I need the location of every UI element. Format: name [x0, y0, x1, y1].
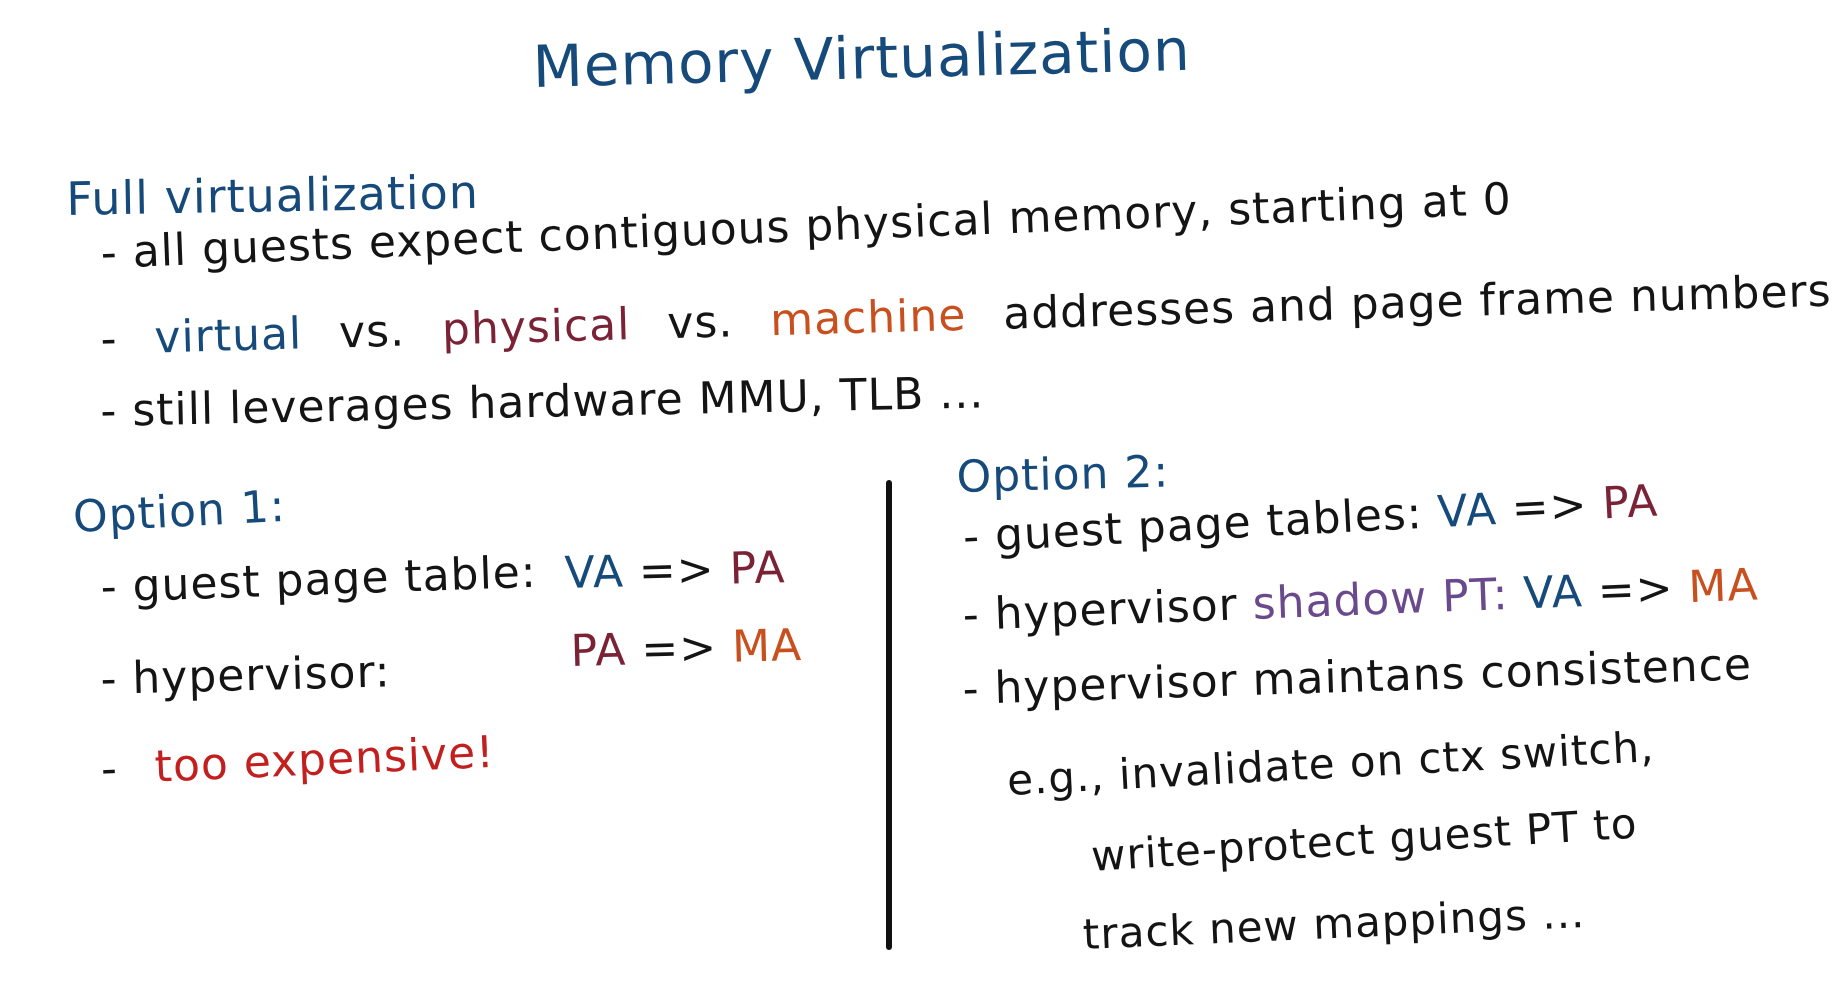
mapping-arrow: => [638, 544, 716, 598]
option2-example-line2: write-protect guest PT to [1089, 798, 1639, 881]
shadow-pt-label: shadow PT: [1251, 569, 1510, 630]
bullet-dash: - [99, 743, 119, 795]
option1-guest-mapping: VA => PA [563, 542, 786, 599]
option2-heading: Option 2: [955, 446, 1170, 503]
mapping-from: PA [569, 624, 628, 677]
column-divider [886, 480, 892, 950]
hypervisor-label: - hypervisor [961, 579, 1239, 641]
mapping-to: MA [1687, 559, 1760, 614]
term-physical: physical [441, 299, 632, 356]
mapping-arrow: => [1596, 562, 1675, 617]
vs-text: vs. [338, 305, 406, 359]
bullet-dash: - [99, 313, 119, 365]
vs-text: vs. [666, 296, 734, 350]
mapping-to: PA [728, 542, 787, 595]
mapping-to: PA [1601, 475, 1660, 530]
option2-example-line1: e.g., invalidate on ctx switch, [1005, 722, 1656, 805]
bullet-hardware-mmu: - still leverages hardware MMU, TLB ... [99, 367, 985, 437]
mapping-arrow: => [640, 622, 718, 676]
option1-cost: - too expensive! [99, 727, 496, 795]
mapping-from: VA [1436, 484, 1499, 539]
bullet-address-types: - virtual vs. physical vs. machine addre… [99, 266, 1832, 365]
option1-heading: Option 1: [71, 480, 287, 543]
option1-guest-page-table: - guest page table: [99, 546, 538, 613]
bullet-rest: addresses and page frame numbers [1002, 265, 1833, 340]
option2-shadow-pt: - hypervisor shadow PT: VA => MA [961, 559, 1760, 641]
option2-example-line3: track new mappings ... [1081, 888, 1587, 959]
option1-hypervisor: - hypervisor: [99, 646, 392, 705]
mapping-from: VA [563, 546, 625, 599]
too-expensive-text: too expensive! [153, 726, 496, 793]
term-virtual: virtual [153, 308, 303, 364]
section-heading-full-virtualization: Full virtualization [65, 164, 480, 226]
term-machine: machine [769, 289, 967, 347]
option2-consistency: - hypervisor maintans consistence [961, 639, 1753, 715]
mapping-to: MA [731, 619, 803, 673]
option1-hypervisor-mapping: PA => MA [569, 620, 803, 677]
mapping-arrow: => [1510, 479, 1589, 535]
page-title: Memory Virtualization [531, 15, 1192, 101]
mapping-from: VA [1522, 566, 1584, 620]
